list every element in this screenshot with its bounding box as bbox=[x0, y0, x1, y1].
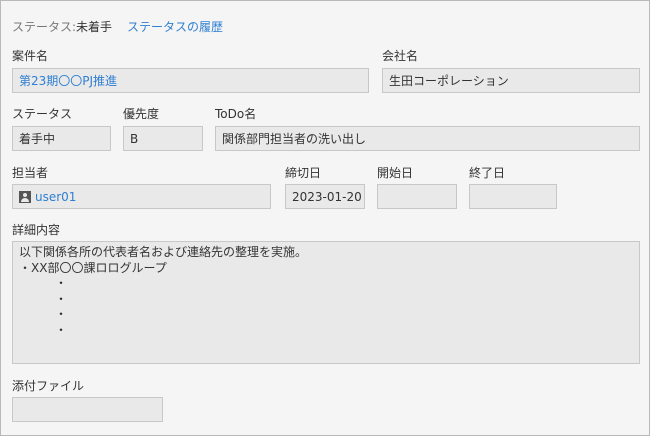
details-line: ・XX部〇〇課ロログループ bbox=[19, 260, 167, 275]
end-date-field bbox=[469, 184, 557, 209]
details-line: ・ bbox=[19, 322, 68, 337]
status-history-link[interactable]: ステータスの履歴 bbox=[127, 18, 223, 35]
company-name-label: 会社名 bbox=[382, 49, 419, 63]
details-line: ・ bbox=[19, 291, 68, 306]
attachment-field bbox=[12, 397, 163, 422]
project-name-label: 案件名 bbox=[12, 49, 49, 63]
priority-field: B bbox=[123, 126, 203, 151]
details-line: ・ bbox=[19, 276, 68, 290]
status-header-value: 未着手 bbox=[76, 20, 113, 34]
due-date-field: 2023-01-20 bbox=[285, 184, 365, 209]
user-icon bbox=[19, 190, 31, 203]
assignee-field[interactable]: user01 bbox=[12, 184, 271, 209]
assignee-link[interactable]: user01 bbox=[35, 190, 76, 204]
details-label: 詳細内容 bbox=[12, 223, 61, 237]
todo-name-field: 関係部門担当者の洗い出し bbox=[215, 126, 640, 151]
priority-value: B bbox=[130, 131, 139, 146]
status-header-label: ステータス: bbox=[12, 20, 77, 34]
project-name-field[interactable]: 第23期〇〇PJ推進 bbox=[12, 68, 369, 93]
project-name-link[interactable]: 第23期〇〇PJ推進 bbox=[19, 72, 117, 89]
details-textarea: 以下関係各所の代表者名および連絡先の整理を実施。 ・XX部〇〇課ロログループ ・… bbox=[12, 241, 640, 364]
due-date-value: 2023-01-20 bbox=[292, 189, 362, 204]
status-label: ステータス bbox=[12, 107, 73, 121]
assignee-label: 担当者 bbox=[12, 166, 49, 180]
status-field: 着手中 bbox=[12, 126, 111, 151]
priority-label: 優先度 bbox=[123, 107, 160, 121]
end-date-label: 終了日 bbox=[469, 166, 506, 180]
todo-name-label: ToDo名 bbox=[215, 107, 257, 121]
due-date-label: 締切日 bbox=[285, 166, 322, 180]
company-name-value: 生田コーポレーション bbox=[389, 74, 509, 88]
start-date-label: 開始日 bbox=[377, 166, 414, 180]
details-line: ・ bbox=[19, 307, 68, 321]
details-line: 以下関係各所の代表者名および連絡先の整理を実施。 bbox=[19, 245, 308, 259]
status-value: 着手中 bbox=[19, 132, 56, 146]
attachment-label: 添付ファイル bbox=[12, 379, 85, 393]
company-name-field: 生田コーポレーション bbox=[382, 68, 640, 93]
todo-name-value: 関係部門担当者の洗い出し bbox=[222, 132, 367, 146]
task-detail-panel: ステータス: 未着手 ステータスの履歴 案件名 第23期〇〇PJ推進 会社名 生… bbox=[0, 0, 650, 436]
start-date-field bbox=[377, 184, 457, 209]
